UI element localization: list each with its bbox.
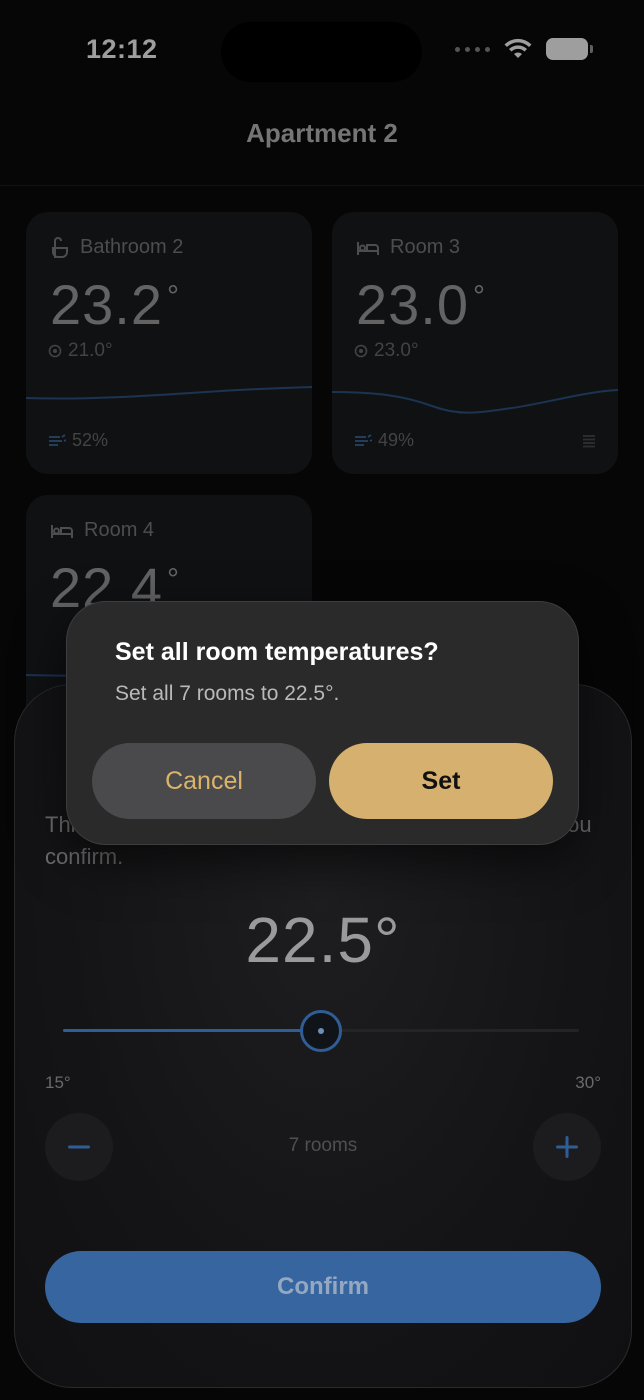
temperature-slider[interactable]	[63, 1010, 579, 1052]
increase-button[interactable]	[533, 1113, 601, 1181]
slider-max-label: 30°	[575, 1073, 601, 1092]
confirm-alert: Set all room temperatures? Set all 7 roo…	[66, 601, 579, 845]
alert-title: Set all room temperatures?	[115, 638, 439, 666]
slider-fill	[63, 1029, 321, 1032]
slider-min-label: 15°	[45, 1073, 71, 1092]
alert-message: Set all 7 rooms to 22.5°.	[115, 682, 340, 705]
slider-thumb[interactable]	[300, 1010, 342, 1052]
cancel-button[interactable]: Cancel	[92, 743, 316, 819]
screen: 12:12 Apartment 2 Bathroom 2 23.2 ° 21.0°	[0, 0, 644, 1400]
set-button[interactable]: Set	[329, 743, 553, 819]
selected-temperature: 22.5°	[245, 904, 401, 976]
plus-icon	[556, 1136, 578, 1158]
confirm-button[interactable]: Confirm	[45, 1251, 601, 1323]
